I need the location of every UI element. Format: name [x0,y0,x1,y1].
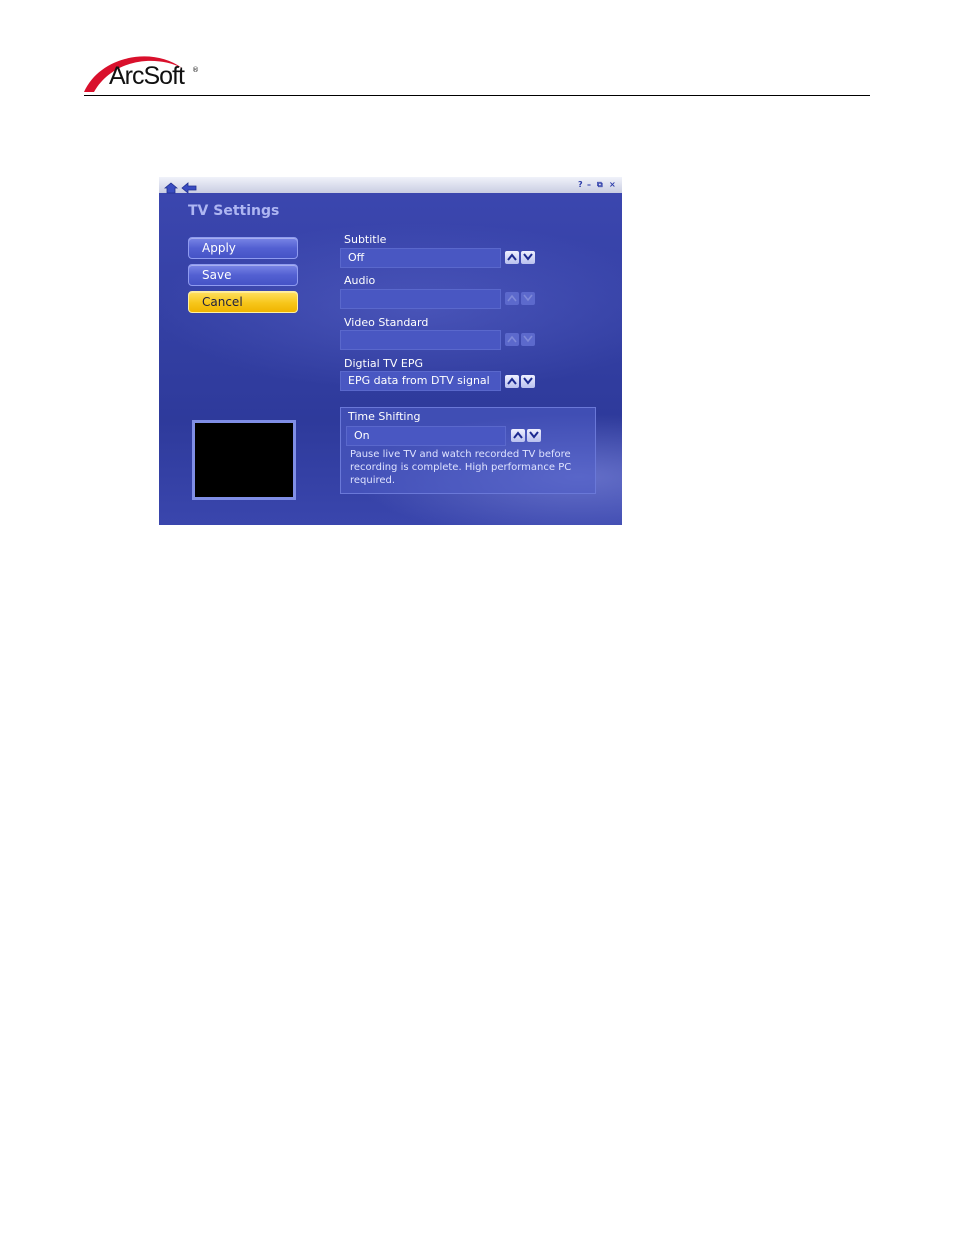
video-standard-label: Video Standard [344,316,429,329]
video-standard-spinner [505,333,537,347]
chevron-up-icon [507,294,517,302]
back-arrow-icon[interactable] [181,179,197,194]
tv-preview [192,420,296,500]
chevron-down-icon [523,377,533,385]
chevron-up-icon [513,431,523,439]
tv-settings-window: ? – ⧉ × TV Settings Apply Save Cancel Su… [159,177,622,525]
arcsoft-logo: ArcSoft ® [82,50,207,94]
audio-label: Audio [344,274,376,287]
cancel-button[interactable]: Cancel [188,291,298,313]
chevron-up-icon [507,377,517,385]
chevron-down-icon [529,431,539,439]
save-button[interactable]: Save [188,264,298,286]
time-shifting-up-button[interactable] [511,429,525,442]
digital-tv-epg-field[interactable]: EPG data from DTV signal [340,371,501,391]
subtitle-up-button[interactable] [505,251,519,264]
digital-tv-epg-down-button[interactable] [521,375,535,388]
page-title: TV Settings [188,203,280,219]
time-shifting-label: Time Shifting [348,410,421,423]
chevron-down-icon [523,335,533,343]
video-standard-down-button[interactable] [521,333,535,346]
time-shifting-group: Time Shifting On Pause live TV and watch… [340,407,596,494]
chevron-down-icon [523,253,533,261]
video-standard-field[interactable] [340,330,501,350]
logo-text: ArcSoft [109,62,185,90]
subtitle-down-button[interactable] [521,251,535,264]
time-shifting-down-button[interactable] [527,429,541,442]
logo-registered-mark: ® [192,66,199,74]
title-bar: ? – ⧉ × [159,177,622,194]
chevron-down-icon [523,294,533,302]
time-shifting-spinner [511,429,543,443]
time-shifting-description: Pause live TV and watch recorded TV befo… [350,449,572,486]
subtitle-label: Subtitle [344,233,387,246]
digital-tv-epg-spinner [505,375,537,389]
digital-tv-epg-label: Digtial TV EPG [344,357,424,370]
time-shifting-field[interactable]: On [346,426,506,446]
apply-button[interactable]: Apply [188,237,298,259]
subtitle-spinner [505,251,537,265]
header-rule [84,95,870,96]
audio-spinner [505,292,537,306]
chevron-up-icon [507,253,517,261]
help-icon[interactable]: ? [578,180,583,190]
audio-up-button[interactable] [505,292,519,305]
audio-field[interactable] [340,289,501,309]
audio-down-button[interactable] [521,292,535,305]
restore-icon[interactable]: ⧉ [597,180,603,190]
subtitle-field[interactable]: Off [340,248,501,268]
video-standard-up-button[interactable] [505,333,519,346]
digital-tv-epg-up-button[interactable] [505,375,519,388]
close-icon[interactable]: × [609,180,616,190]
minimize-icon[interactable]: – [587,180,591,190]
chevron-up-icon [507,335,517,343]
home-icon[interactable] [163,179,179,194]
